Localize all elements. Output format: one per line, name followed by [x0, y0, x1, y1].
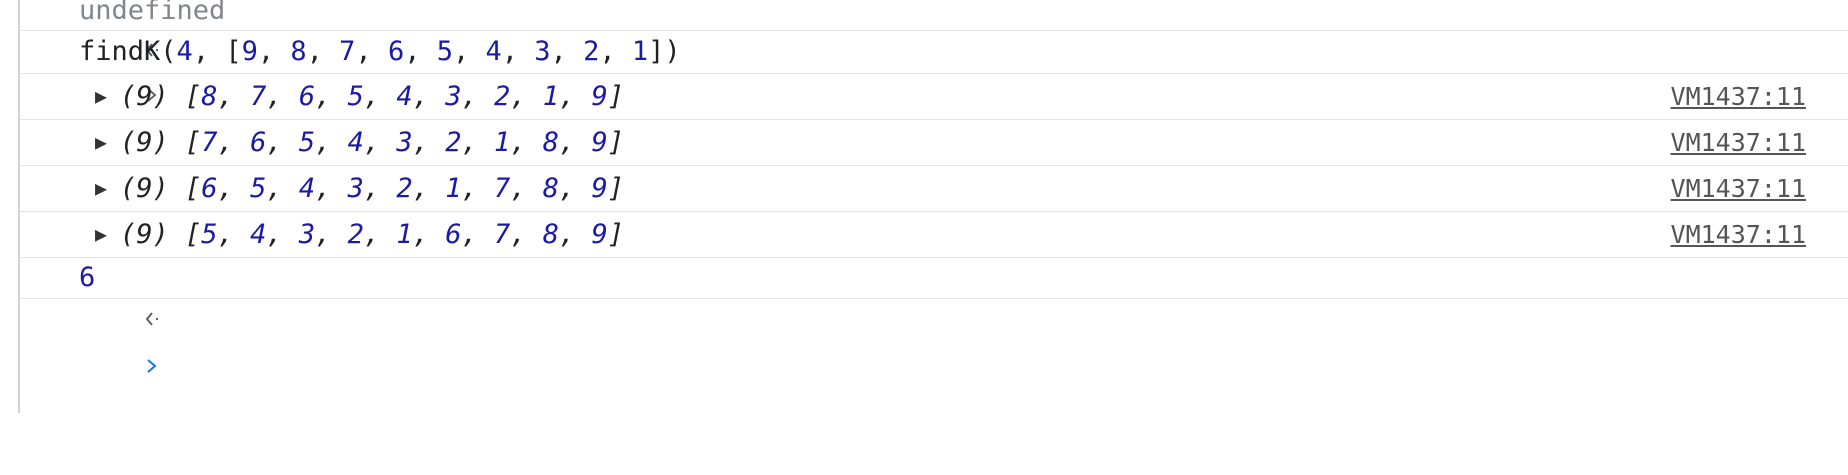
arr-item: 6 [298, 81, 316, 112]
console-prompt[interactable] [20, 299, 1848, 373]
arr-item: 8 [290, 36, 307, 67]
source-link[interactable]: VM1437:11 [1671, 212, 1806, 257]
log-array[interactable]: (9) [6, 5, 4, 3, 2, 1, 7, 8, 9] [120, 166, 624, 211]
arr-item: 9 [591, 127, 608, 158]
arr-item: 1 [396, 219, 413, 250]
source-link[interactable]: VM1437:11 [1671, 120, 1806, 165]
arr-item: 1 [493, 127, 511, 158]
expand-triangle-icon[interactable]: ▶ [91, 212, 111, 257]
console-return-row: undefined [20, 0, 1848, 57]
expand-triangle-icon[interactable]: ▶ [91, 120, 111, 165]
devtools-console: undefined findK(4, [9, 8, 7, 6, 5, 4, 3,… [0, 0, 1848, 413]
arr-item: 2 [347, 219, 364, 250]
array-count: (9) [120, 127, 169, 158]
arr-item: 9 [591, 81, 608, 112]
log-array[interactable]: (9) [8, 7, 6, 5, 4, 3, 2, 1, 9] [120, 74, 624, 119]
arr-item: 3 [445, 81, 462, 112]
array-count: (9) [120, 219, 169, 250]
console-gutter [0, 0, 20, 413]
arr-item: 7 [201, 127, 218, 158]
console-log-row[interactable]: ▶ (9) [7, 6, 5, 4, 3, 2, 1, 8, 9] VM1437… [20, 120, 1848, 166]
prompt-chevron-icon [46, 299, 157, 431]
console-input[interactable] [79, 299, 1679, 343]
arr-item: 4 [485, 36, 502, 67]
arr-item: 8 [201, 81, 218, 112]
arr-item: 5 [250, 173, 267, 204]
arr-item: 5 [298, 127, 316, 158]
arr-item: 3 [298, 219, 316, 250]
arr-item: 1 [631, 36, 649, 67]
arr-item: 6 [445, 219, 462, 250]
arr-item: 8 [542, 173, 560, 204]
expand-triangle-icon[interactable]: ▶ [91, 74, 111, 119]
arr-item: 9 [241, 36, 258, 67]
arr-item: 4 [250, 219, 267, 250]
array-count: (9) [120, 173, 169, 204]
console-log-row[interactable]: ▶ (9) [5, 4, 3, 2, 1, 6, 7, 8, 9] VM1437… [20, 212, 1848, 258]
source-link[interactable]: VM1437:11 [1671, 166, 1806, 211]
arr-item: 3 [396, 127, 413, 158]
expand-triangle-icon[interactable]: ▶ [91, 166, 111, 211]
return-value: undefined [79, 0, 226, 26]
arr-item: 9 [591, 219, 608, 250]
arr-item: 3 [347, 173, 364, 204]
arg-k: 4 [176, 36, 193, 67]
arr-item: 1 [445, 173, 462, 204]
arr-item: 5 [436, 36, 453, 67]
arr-item: 6 [201, 173, 218, 204]
arr-item: 2 [396, 173, 413, 204]
arr-item: 2 [445, 127, 462, 158]
arr-item: 8 [542, 127, 560, 158]
arr-item: 4 [298, 173, 316, 204]
arr-item: 6 [387, 36, 405, 67]
arr-item: 7 [339, 36, 356, 67]
arr-item: 3 [534, 36, 551, 67]
arr-item: 7 [250, 81, 267, 112]
source-link[interactable]: VM1437:11 [1671, 74, 1806, 119]
arr-item: 5 [201, 219, 218, 250]
arr-item: 2 [493, 81, 511, 112]
arr-item: 1 [542, 81, 560, 112]
console-log-row[interactable]: ▶ (9) [6, 5, 4, 3, 2, 1, 7, 8, 9] VM1437… [20, 166, 1848, 212]
console-input-row[interactable]: findK(4, [9, 8, 7, 6, 5, 4, 3, 2, 1]) [20, 31, 1848, 102]
console-log-row[interactable]: ▶ (9) [8, 7, 6, 5, 4, 3, 2, 1, 9] VM1437… [20, 74, 1848, 120]
log-array[interactable]: (9) [7, 6, 5, 4, 3, 2, 1, 8, 9] [120, 120, 624, 165]
arr-item: 5 [347, 81, 364, 112]
arr-item: 9 [591, 173, 608, 204]
input-expression[interactable]: findK(4, [9, 8, 7, 6, 5, 4, 3, 2, 1]) [79, 31, 681, 73]
arr-item: 6 [250, 127, 267, 158]
return-value: 6 [79, 262, 96, 293]
function-name: findK [79, 36, 161, 67]
console-return-row: 6 [20, 258, 1848, 326]
arr-item: 4 [396, 81, 413, 112]
log-array[interactable]: (9) [5, 4, 3, 2, 1, 6, 7, 8, 9] [120, 212, 624, 257]
arr-item: 8 [542, 219, 560, 250]
arr-item: 7 [493, 219, 511, 250]
arr-item: 7 [493, 173, 511, 204]
arr-item: 4 [347, 127, 364, 158]
arr-item: 2 [583, 36, 600, 67]
array-count: (9) [120, 81, 169, 112]
